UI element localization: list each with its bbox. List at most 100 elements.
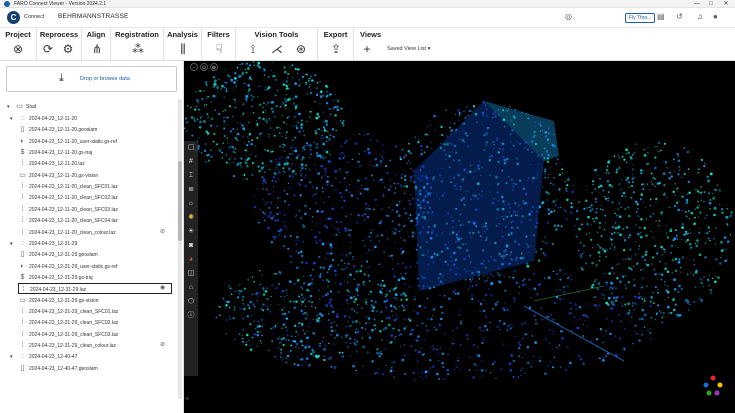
connect-label: Connect — [24, 14, 45, 20]
home-icon[interactable]: ⌂ — [186, 283, 196, 293]
tree-item[interactable]: ⁞ 2024-04-23_12-31-29_clean_SFC01.laz — [18, 306, 119, 317]
chevron-down-icon[interactable]: ▾ — [7, 102, 15, 113]
saved-view-list-dropdown[interactable]: Saved View List ▾ — [387, 46, 430, 52]
tree-item[interactable]: $2024-04-23_12-31-29.gs-traj — [18, 272, 93, 283]
lightbulb-icon[interactable]: ☼ — [186, 199, 196, 209]
registration-icon[interactable]: ⁂ — [131, 42, 145, 56]
vision-tool-2-icon[interactable]: ⋌ — [270, 42, 284, 56]
box-select-icon[interactable]: ▢ — [186, 143, 196, 153]
document-icon[interactable]: ▤ — [657, 12, 665, 21]
target-view-icon[interactable]: ⊙ — [200, 63, 208, 71]
color-wheel-icon[interactable]: ✺ — [186, 213, 196, 223]
vision-tool-3-icon[interactable]: ⊛ — [294, 42, 308, 56]
tree-item-label: 2024-04-23_12-31-29_clean_SFC01.laz — [29, 308, 119, 315]
export-icon[interactable]: ⇪ — [329, 42, 343, 56]
tree-item-label: 2024-04-23_12-31-29_user-static.gs-ref — [29, 263, 118, 270]
info-icon[interactable]: ⓘ — [186, 311, 196, 321]
pointcloud-icon: ⁞ — [21, 194, 24, 202]
tree-item[interactable]: $2024-04-23_12-11-20.gs-traj — [18, 147, 93, 158]
history-icon[interactable]: ↺ — [676, 12, 683, 21]
tree-item[interactable]: ▯ 2024-04-23_12-11-20.geoslam — [18, 124, 98, 135]
eye-icon[interactable]: ◉ — [160, 284, 165, 291]
viewer-toolbar: ▢ # ⌶ ≣ ☼ ✺ ☀ ◙ ◕ ◫ ⌂ ⬡ ⓘ — [184, 141, 198, 376]
tree-item[interactable]: ⁞ 2024-04-23_12-11-20_clean_colour.laz — [18, 227, 116, 238]
file-icon: ▯ — [20, 251, 25, 259]
palette-icon[interactable]: ◕ — [186, 255, 196, 265]
eye-hidden-icon[interactable]: ⊘ — [160, 341, 165, 348]
grid-icon[interactable]: # — [186, 157, 196, 167]
ribbon-title-views: Views — [360, 30, 382, 39]
minimize-button[interactable]: — — [690, 0, 704, 8]
app-header: C Connect BEHRMANNSTRASSE ◎ Fly Thro... … — [0, 8, 735, 28]
tree-item[interactable]: ⁞ 2024-04-23_12-31-29_clean_SFC03.laz — [18, 329, 119, 340]
zoom-out-icon[interactable]: − — [190, 63, 198, 71]
ribbon-title-export: Export — [323, 30, 348, 39]
clipping-icon[interactable]: ⬡ — [186, 297, 196, 307]
align-icon[interactable]: ⋔ — [90, 42, 104, 56]
close-circle-icon[interactable]: ⊗ — [11, 42, 25, 56]
tree-group[interactable]: ▾ ◌ 2024-04-23_12-40-47 — [10, 351, 77, 362]
bell-icon[interactable]: ♫ — [697, 12, 703, 21]
target-icon[interactable]: ◎ — [565, 12, 572, 21]
camera-icon[interactable]: ◙ — [186, 241, 196, 251]
point-cloud-viewer[interactable]: − ⊙ ⊕ ▢ # ⌶ ≣ ☼ ✺ ☀ ◙ ◕ ◫ ⌂ ⬡ ⓘ — [184, 61, 735, 413]
maximize-button[interactable]: □ — [704, 0, 718, 8]
tree-item[interactable]: ⁞ 2024-04-23_12-31-29.laz — [18, 283, 172, 295]
project-name: BEHRMANNSTRASSE — [58, 13, 129, 20]
pointcloud-icon: ⁞ — [21, 307, 24, 315]
app-logo-icon — [4, 1, 10, 7]
sidebar-scroll-thumb[interactable] — [178, 161, 182, 241]
tree-item[interactable]: ▯ 2024-04-23_12-40-47.geoslam — [18, 363, 98, 374]
reprocess-icon[interactable]: ⟳ — [41, 42, 55, 56]
layers-icon[interactable]: ≣ — [186, 185, 196, 195]
ribbon-group-align: Align ⋔ — [82, 28, 111, 61]
tree-item[interactable]: ▭ 2024-04-23_12-11-20.gs-vision — [18, 170, 98, 181]
tree-group[interactable]: ▾ ◌ 2024-04-23_12-31-29 — [10, 238, 77, 249]
trajectory-icon: $ — [20, 149, 25, 157]
chevron-down-icon[interactable]: ▾ — [10, 114, 18, 125]
pointcloud-icon: ⁞ — [21, 160, 24, 168]
tree-group[interactable]: ▾ ◌ 2024-04-23_12-11-20 — [10, 113, 77, 124]
reprocess-settings-icon[interactable]: ⚙ — [61, 42, 75, 56]
measure-icon[interactable]: ⌶ — [186, 171, 196, 181]
user-icon[interactable]: ● — [713, 12, 718, 21]
add-view-icon[interactable]: + — [360, 42, 374, 56]
connect-logo[interactable]: C — [7, 11, 20, 24]
zoom-in-icon[interactable]: ⊕ — [210, 63, 218, 71]
chevron-down-icon[interactable]: ▾ — [10, 352, 18, 363]
file-icon: ▯ — [20, 126, 25, 134]
collapse-panel-button[interactable]: « — [186, 396, 189, 402]
tree-item[interactable]: ⁞ 2024-04-23_12-11-20_clean_SFC02.laz — [18, 192, 118, 203]
eye-hidden-icon[interactable]: ⊘ — [160, 228, 165, 235]
image-icon: ▭ — [19, 171, 26, 179]
fly-through-button[interactable]: Fly Thro... — [625, 13, 656, 23]
sun-icon[interactable]: ☀ — [186, 227, 196, 237]
tree-item-label: 2024-04-23_12-11-20.geoslam — [29, 127, 98, 134]
drop-zone[interactable]: ⤓ Drop or browse data — [6, 66, 177, 92]
pointcloud-icon: ⁞ — [22, 286, 25, 294]
tree-item[interactable]: ⁞ 2024-04-23_12-11-20_clean_SFC01.laz — [18, 181, 118, 192]
point-cloud-canvas[interactable] — [184, 61, 735, 413]
tree-item[interactable]: ▭ 2024-04-23_12-31-29.gs-vision — [18, 295, 98, 306]
tree-item[interactable]: ◐ 2024-04-23_12-31-29_user-static.gs-ref — [18, 261, 117, 272]
chevron-down-icon[interactable]: ▾ — [10, 239, 18, 250]
drop-zone-text[interactable]: Drop or browse data — [80, 76, 130, 82]
tree-item[interactable]: ⁞ 2024-04-23_12-11-20_clean_SFC04.laz — [18, 215, 118, 226]
sidebar-scrollbar[interactable] — [178, 99, 182, 399]
tree-item[interactable]: ⁞ 2024-04-23_12-31-29_clean_SFC02.laz — [18, 317, 119, 328]
globe-icon: ◐ — [20, 262, 25, 270]
vision-tool-1-icon[interactable]: ⟟ — [246, 42, 260, 56]
tree-item[interactable]: ⁞ 2024-04-23_12-11-20_clean_SFC03.laz — [18, 204, 118, 215]
ribbon-group-views: Views + Saved View List ▾ — [354, 28, 444, 61]
close-window-button[interactable]: ✕ — [719, 0, 733, 8]
tree-item[interactable]: ▯ 2024-04-23_12-31-29.geoslam — [18, 249, 98, 260]
tree-item[interactable]: ◐ 2024-04-23_12-11-20_user-static.gs-ref — [18, 136, 117, 147]
analysis-icon[interactable]: ⫼ — [176, 42, 190, 56]
cube-icon[interactable]: ◫ — [186, 269, 196, 279]
filter-icon[interactable]: ☟ — [212, 42, 226, 56]
tree-root[interactable]: ▾ ▭ Stud — [7, 101, 36, 112]
tree-item[interactable]: ⁞ 2024-04-23_12-31-29_clean_colour.laz — [18, 340, 117, 351]
tree-item-label: 2024-04-23_12-11-20.laz — [29, 161, 85, 168]
tree-item-label: 2024-04-23_12-11-20_user-static.gs-ref — [29, 138, 118, 145]
tree-item[interactable]: ⁞ 2024-04-23_12-11-20.laz — [18, 158, 85, 169]
